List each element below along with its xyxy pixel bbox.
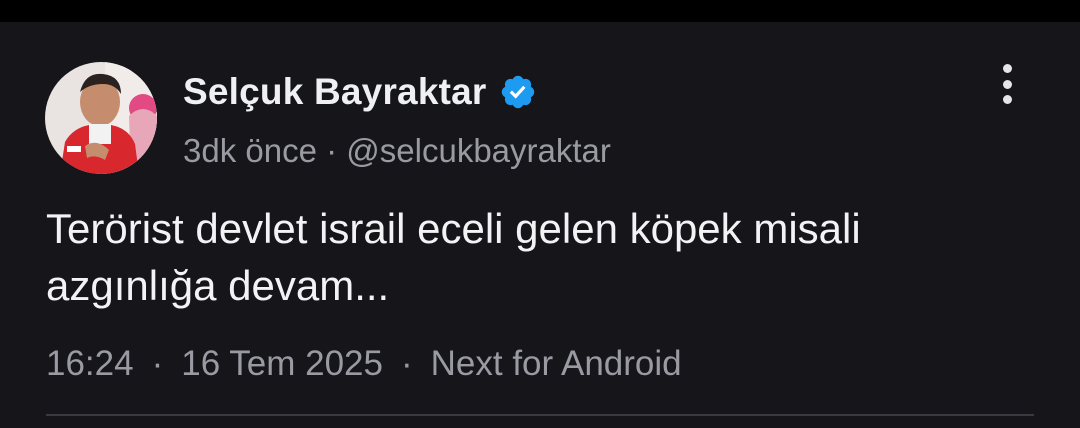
more-vertical-icon[interactable] <box>990 62 1024 106</box>
footer-separator: · <box>151 344 164 383</box>
tweet-card[interactable]: Selçuk Bayraktar 3dk önce · @selcukbayra… <box>0 22 1080 428</box>
author-row: Selçuk Bayraktar <box>183 70 537 114</box>
tweet-footer: 16:24 · 16 Tem 2025 · Next for Android <box>46 344 682 384</box>
relative-time: 3dk önce <box>183 132 317 169</box>
profile-photo <box>45 62 157 174</box>
divider <box>46 414 1034 416</box>
verified-badge-icon <box>499 73 537 111</box>
author-name[interactable]: Selçuk Bayraktar <box>183 71 487 113</box>
tweet-text-line: azgınlığa devam... <box>46 262 390 309</box>
tweet-client[interactable]: Next for Android <box>431 344 682 383</box>
tweet-time: 16:24 <box>46 344 134 383</box>
footer-separator: · <box>400 344 413 383</box>
tweet-meta: 3dk önce · @selcukbayraktar <box>183 132 611 170</box>
author-handle[interactable]: @selcukbayraktar <box>346 132 611 169</box>
avatar[interactable] <box>45 62 157 174</box>
tweet-body: Terörist devlet israil eceli gelen köpek… <box>46 200 1046 314</box>
screen: Selçuk Bayraktar 3dk önce · @selcukbayra… <box>0 0 1080 428</box>
meta-separator: · <box>326 132 338 169</box>
tweet-text-line: Terörist devlet israil eceli gelen köpek… <box>46 205 861 252</box>
tweet-date: 16 Tem 2025 <box>181 344 383 383</box>
